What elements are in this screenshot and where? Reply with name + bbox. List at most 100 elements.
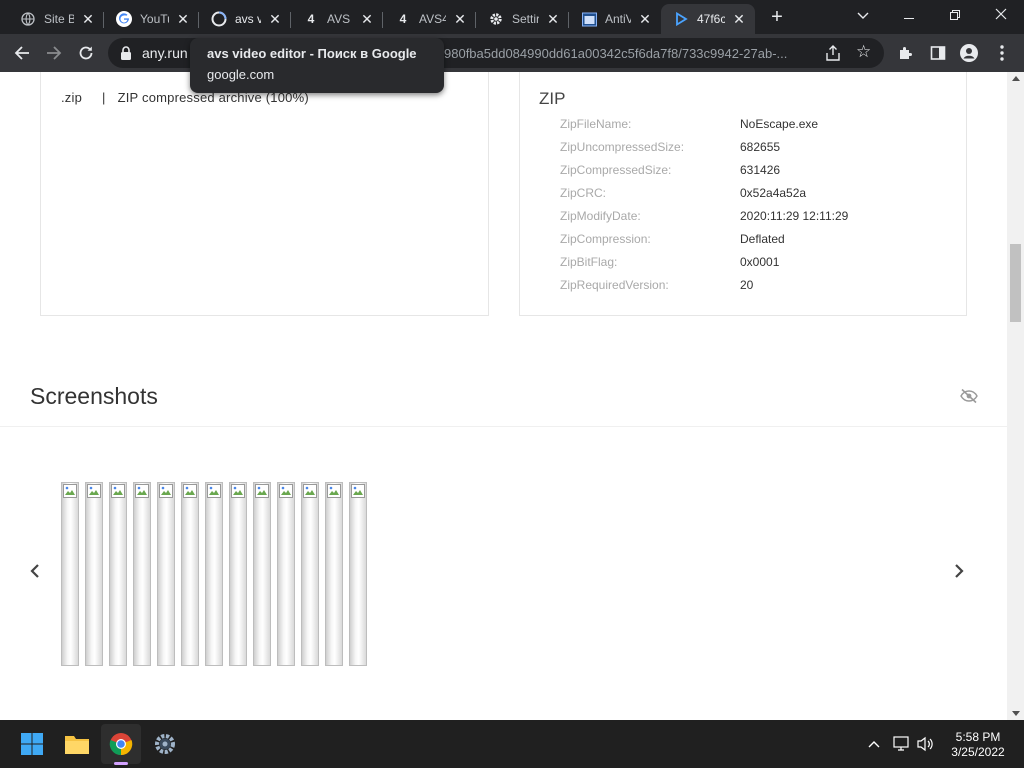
screenshot-thumbnail[interactable] — [157, 482, 175, 666]
volume-icon[interactable] — [916, 734, 936, 754]
loading-icon — [211, 11, 227, 27]
windows-taskbar: 5:58 PM 3/25/2022 — [0, 720, 1024, 768]
side-panel-icon[interactable] — [928, 43, 948, 63]
broken-image-icon — [231, 484, 245, 498]
tab-search-chevron-icon[interactable] — [840, 0, 886, 30]
share-icon[interactable] — [824, 44, 842, 62]
meta-value: 631426 — [740, 163, 781, 177]
kebab-menu-icon[interactable] — [992, 43, 1012, 63]
minimize-button[interactable] — [886, 0, 932, 30]
scroll-up-arrow-icon[interactable] — [1012, 76, 1020, 81]
page-scrollbar[interactable] — [1007, 72, 1024, 720]
separator: | — [102, 90, 106, 105]
carousel-next-chevron-icon[interactable] — [950, 562, 968, 580]
gear-icon — [488, 11, 504, 27]
close-icon[interactable]: ✕ — [267, 11, 283, 27]
chrome-icon[interactable] — [101, 724, 141, 764]
screenshot-thumbnail[interactable] — [253, 482, 271, 666]
screenshot-thumbnail[interactable] — [205, 482, 223, 666]
scroll-down-arrow-icon[interactable] — [1012, 711, 1020, 716]
meta-value: 20 — [740, 278, 754, 292]
tab-site-b[interactable]: Site B ✕ — [8, 4, 104, 34]
meta-key: ZipCompression: — [560, 232, 651, 246]
eye-off-icon[interactable] — [960, 388, 978, 404]
broken-image-icon — [63, 484, 77, 498]
screenshot-thumbnail[interactable] — [229, 482, 247, 666]
clock-date: 3/25/2022 — [951, 745, 1005, 759]
carousel-prev-chevron-icon[interactable] — [26, 562, 44, 580]
close-icon[interactable]: ✕ — [637, 11, 653, 27]
close-icon[interactable]: ✕ — [731, 11, 747, 27]
tab-title: Settir — [512, 12, 539, 26]
url-host: any.run — [142, 45, 188, 61]
broken-image-icon — [279, 484, 293, 498]
meta-key: ZipUncompressedSize: — [560, 140, 685, 154]
extensions-puzzle-icon[interactable] — [896, 43, 916, 63]
globe-icon — [20, 11, 36, 27]
broken-image-icon — [327, 484, 341, 498]
tooltip-title: avs video editor - Поиск в Google — [207, 46, 417, 61]
screenshot-thumbnail[interactable] — [181, 482, 199, 666]
google-g-icon — [116, 11, 132, 27]
zip-info-card: ZIP ZipFileName: NoEscape.exe ZipUncompr… — [519, 72, 967, 316]
restore-button[interactable] — [932, 0, 978, 30]
screenshot-thumbnail[interactable] — [277, 482, 295, 666]
tab-title: AVS V — [327, 12, 353, 26]
close-icon[interactable]: ✕ — [80, 11, 96, 27]
forward-button[interactable] — [40, 39, 68, 67]
meta-key: ZipModifyDate: — [560, 209, 641, 223]
broken-image-icon — [303, 484, 317, 498]
tab-avs-v[interactable]: 4 AVS V ✕ — [291, 4, 383, 34]
tab-hover-tooltip: avs video editor - Поиск в Google google… — [190, 38, 444, 93]
meta-key: ZipBitFlag: — [560, 255, 618, 269]
meta-key: ZipRequiredVersion: — [560, 278, 669, 292]
tab-avs4[interactable]: 4 AVS4 ✕ — [383, 4, 476, 34]
windows-start-icon[interactable] — [12, 724, 52, 764]
broken-image-icon — [183, 484, 197, 498]
tab-strip: Site B ✕ YouTu ✕ avs vi ✕ 4 AVS V ✕ 4 AV… — [0, 0, 1024, 34]
screenshot-thumbnail[interactable] — [61, 482, 79, 666]
settings-gear-icon[interactable] — [145, 724, 185, 764]
tab-title: AntiV — [605, 12, 631, 26]
screenshots-heading: Screenshots — [30, 383, 158, 409]
screenshot-thumbnail[interactable] — [109, 482, 127, 666]
tray-chevron-up-icon[interactable] — [864, 734, 884, 754]
close-icon[interactable]: ✕ — [359, 11, 375, 27]
close-icon[interactable]: ✕ — [452, 11, 468, 27]
taskbar-clock[interactable]: 5:58 PM 3/25/2022 — [948, 730, 1008, 760]
meta-key: ZipFileName: — [560, 117, 632, 131]
tab-settings[interactable]: Settir ✕ — [476, 4, 569, 34]
meta-key: ZipCompressedSize: — [560, 163, 672, 177]
back-button[interactable] — [8, 39, 36, 67]
broken-image-icon — [87, 484, 101, 498]
tab-antiv[interactable]: AntiV ✕ — [569, 4, 661, 34]
new-tab-button[interactable]: + — [765, 6, 789, 30]
file-type-card: .zip | ZIP compressed archive (100%) — [40, 72, 489, 316]
scroll-thumb[interactable] — [1010, 244, 1021, 322]
close-icon[interactable]: ✕ — [545, 11, 561, 27]
screenshot-thumbnail[interactable] — [301, 482, 319, 666]
network-icon[interactable] — [892, 734, 912, 754]
close-window-button[interactable] — [978, 0, 1024, 30]
section-divider — [0, 426, 1007, 427]
tab-anyrun-active[interactable]: 47f6c ✕ — [661, 4, 755, 34]
meta-value: NoEscape.exe — [740, 117, 819, 131]
meta-value: Deflated — [740, 232, 785, 246]
profile-avatar-icon[interactable] — [959, 43, 979, 63]
bookmark-star-icon[interactable]: ☆ — [856, 43, 871, 61]
number-4-icon: 4 — [399, 12, 407, 26]
lock-icon[interactable] — [120, 46, 132, 60]
tab-title: AVS4 — [419, 12, 446, 26]
browser-toolbar: any.run 980fba5dd084990dd61a00342c5f6da7… — [0, 34, 1024, 72]
file-explorer-icon[interactable] — [57, 724, 97, 764]
tab-avs-video-editor-search[interactable]: avs vi ✕ — [199, 4, 291, 34]
broken-image-icon — [255, 484, 269, 498]
screenshot-thumbnail[interactable] — [85, 482, 103, 666]
reload-button[interactable] — [72, 39, 100, 67]
screenshot-thumbnail[interactable] — [325, 482, 343, 666]
broken-image-icon — [111, 484, 125, 498]
screenshot-thumbnail[interactable] — [133, 482, 151, 666]
tab-youtube[interactable]: YouTu ✕ — [104, 4, 199, 34]
close-icon[interactable]: ✕ — [175, 11, 191, 27]
screenshot-thumbnail[interactable] — [349, 482, 367, 666]
